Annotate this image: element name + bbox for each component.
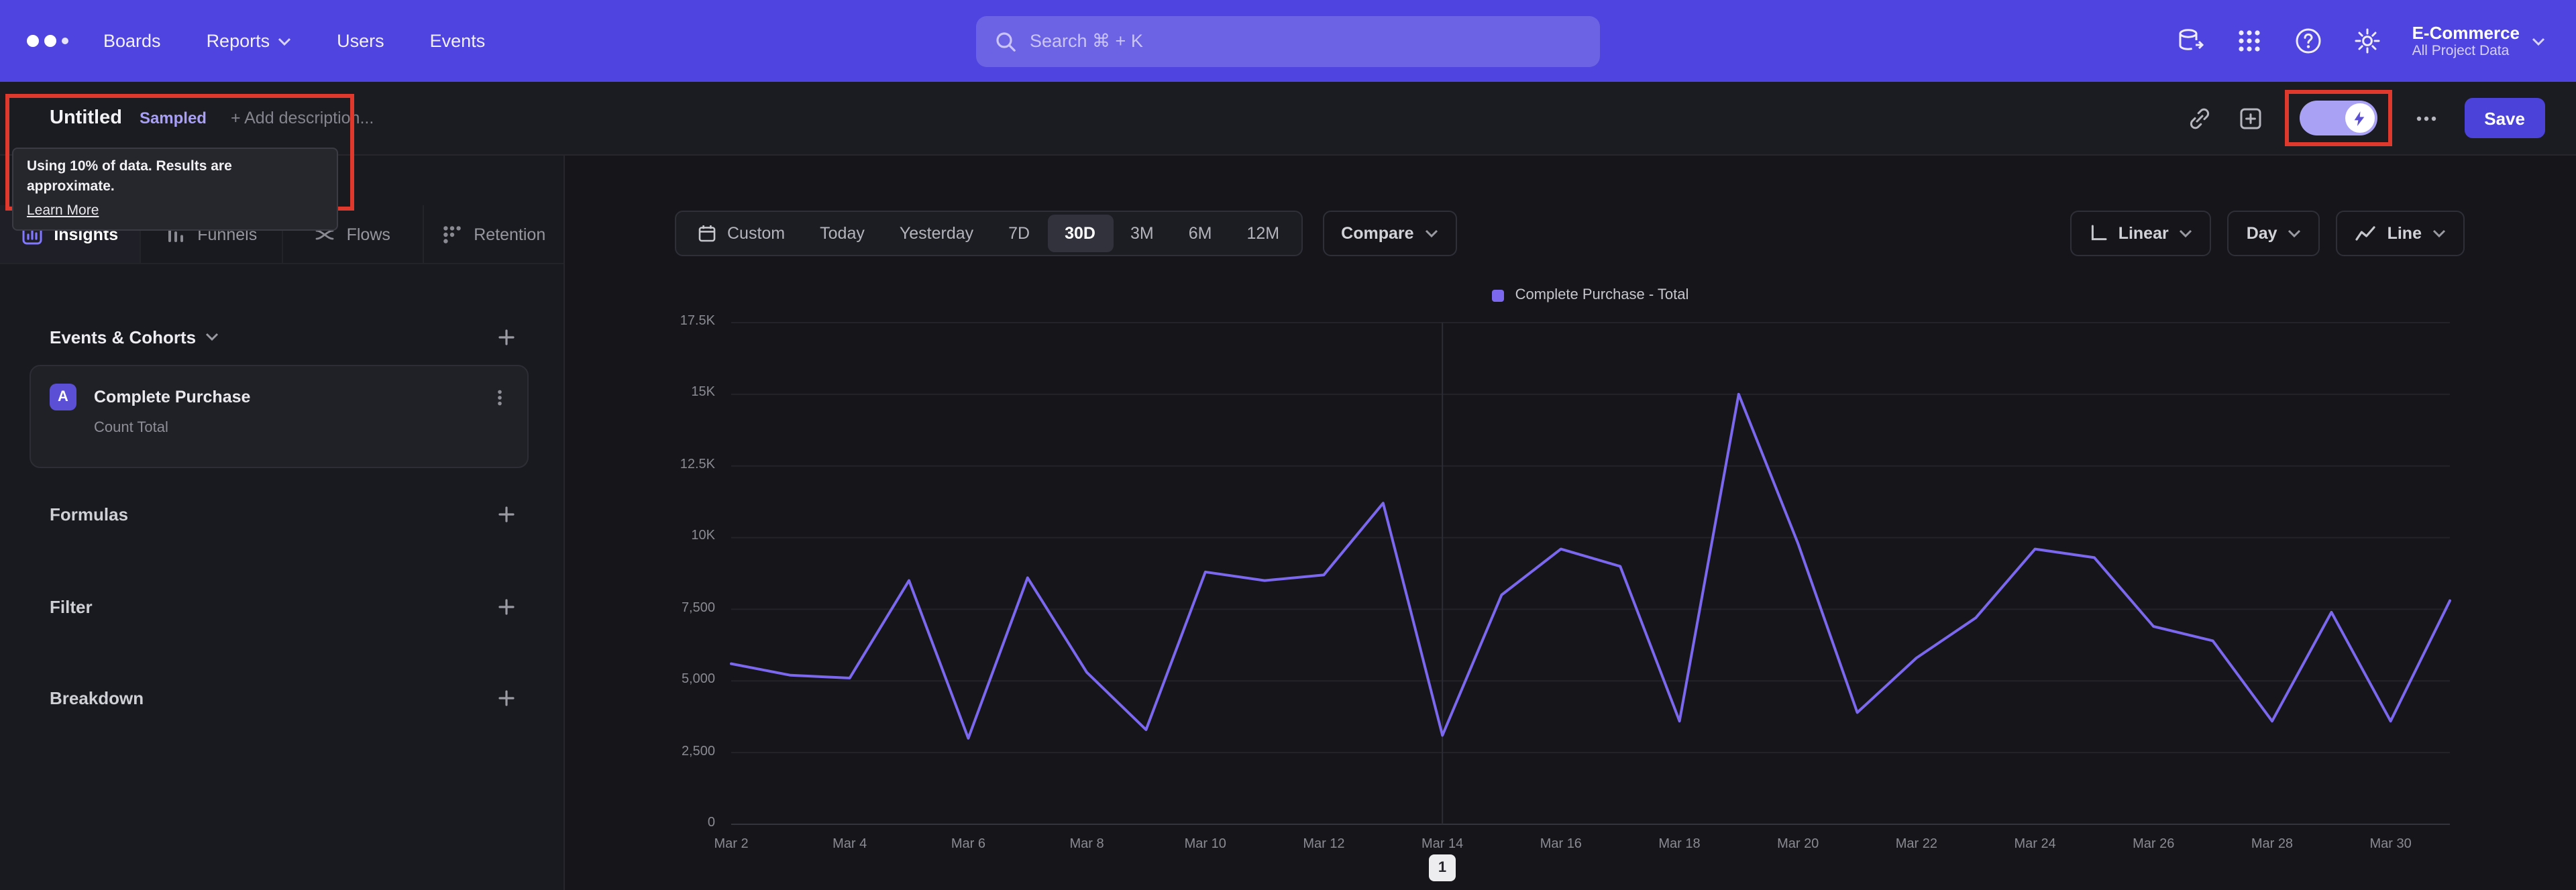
event-options-icon[interactable] [491,388,508,406]
x-axis-tick: Mar 14 [1421,837,1464,852]
report-actions: Save [2186,90,2576,146]
x-axis-tick: Mar 8 [1069,837,1104,852]
add-formula-button[interactable] [498,505,515,522]
search-icon [996,32,1016,51]
report-main: Custom Today Yesterday 7D 30D 3M 6M 12M … [565,156,2576,890]
help-icon[interactable] [2294,27,2322,55]
y-axis-tick: 12.5K [680,457,715,472]
logo-dot [62,38,68,44]
filter-label: Filter [50,596,93,616]
event-name[interactable]: Complete Purchase [94,388,474,406]
copy-link-icon[interactable] [2186,105,2212,131]
nav-boards[interactable]: Boards [103,31,161,51]
y-axis-tick: 2,500 [681,744,715,759]
formulas-row: Formulas [50,499,515,529]
retention-icon [443,225,462,243]
x-axis-tick: Mar 28 [2251,837,2294,852]
events-cohorts-text: Events & Cohorts [50,327,197,347]
y-axis-tick: 7,500 [681,600,715,616]
report-title-group: Untitled Sampled + Add description... [0,107,374,129]
top-navbar: Boards Reports Users Events Search ⌘ + K… [0,0,2576,82]
legend-swatch [1492,289,1505,301]
sampling-tooltip-message: Using 10% of data. Results are approxima… [27,158,232,194]
add-to-board-icon[interactable] [2237,105,2263,131]
y-axis-tick: 0 [707,816,715,830]
legend-label: Complete Purchase - Total [1515,287,1689,303]
project-subtitle: All Project Data [2412,42,2510,58]
event-metric[interactable]: Count Total [94,420,508,436]
sampling-tooltip: Using 10% of data. Results are approxima… [12,148,338,231]
x-axis-tick: Mar 20 [1777,837,1819,852]
global-search-input[interactable]: Search ⌘ + K [976,15,1600,66]
apps-grid-icon[interactable] [2235,27,2263,55]
add-description-field[interactable]: + Add description... [231,109,374,127]
chart-legend: Complete Purchase - Total [731,287,2450,303]
formulas-label: Formulas [50,504,129,524]
events-cohorts-header: Events & Cohorts [50,322,515,351]
add-event-button[interactable] [498,328,515,345]
mixpanel-logo-icon[interactable] [27,35,68,47]
x-axis-tick: Mar 10 [1184,837,1226,852]
y-axis-tick: 10K [691,529,715,544]
x-axis-tick: Mar 22 [1895,837,1937,852]
chevron-down-icon [206,333,219,341]
tab-label: Flows [346,225,390,243]
primary-nav: Boards Reports Users Events [103,31,485,51]
learn-more-link[interactable]: Learn More [27,201,99,221]
project-name: E-Commerce [2412,22,2520,42]
search-placeholder: Search ⌘ + K [1030,30,1143,50]
lightning-bolt-icon [2354,111,2365,125]
more-options-icon[interactable] [2413,105,2438,131]
add-breakdown-button[interactable] [498,689,515,706]
x-axis-tick: Mar 30 [2369,837,2412,852]
project-selector[interactable]: E-Commerce All Project Data [2412,22,2545,60]
nav-reports-label: Reports [206,31,270,51]
filter-row: Filter [50,592,515,621]
x-axis-tick: Mar 18 [1658,837,1701,852]
nav-reports[interactable]: Reports [207,31,292,51]
x-axis-tick: Mar 12 [1303,837,1345,852]
line-chart[interactable] [730,322,2451,825]
chart-region: Complete Purchase - Total 1 0 2,500 5,000 7… [565,156,2576,890]
logo-dot [44,35,56,47]
add-filter-button[interactable] [498,598,515,615]
event-card[interactable]: A Complete Purchase Count Total [30,365,529,468]
data-management-icon[interactable] [2176,27,2204,55]
x-axis-tick: Mar 24 [2014,837,2056,852]
event-badge: A [50,384,76,410]
query-builder-sidebar: Insights Funnels Flows Retention Events [0,156,565,890]
mixpanel-app: Boards Reports Users Events Search ⌘ + K… [0,0,2576,890]
chart-pagination[interactable]: 1 [1429,854,1456,881]
x-axis-tick: Mar 16 [1540,837,1582,852]
sampling-toggle-knob [2345,103,2375,133]
tab-retention[interactable]: Retention [422,205,564,263]
report-header-bar: Untitled Sampled + Add description... Sa… [0,82,2576,156]
y-axis-tick: 5,000 [681,672,715,687]
chevron-down-icon [2532,37,2545,45]
nav-users[interactable]: Users [337,31,384,51]
save-button[interactable]: Save [2464,98,2545,138]
report-title[interactable]: Untitled [50,107,122,129]
logo-dot [27,35,39,47]
y-axis-tick: 17.5K [680,314,715,329]
breakdown-row: Breakdown [50,683,515,712]
x-axis-tick: Mar 26 [2133,837,2175,852]
event-card-row: A Complete Purchase [50,384,508,410]
settings-gear-icon[interactable] [2353,27,2381,55]
sampled-badge[interactable]: Sampled [140,109,207,127]
tab-label: Retention [474,225,546,243]
events-cohorts-label[interactable]: Events & Cohorts [50,327,219,347]
x-axis-tick: Mar 6 [951,837,985,852]
chevron-down-icon [278,37,291,45]
breakdown-label: Breakdown [50,687,144,708]
y-axis-tick: 15K [691,385,715,400]
content: Insights Funnels Flows Retention Events [0,156,2576,890]
nav-events[interactable]: Events [430,31,486,51]
x-axis-tick: Mar 4 [833,837,867,852]
sampling-toggle[interactable] [2299,101,2377,135]
navbar-right: E-Commerce All Project Data [2176,22,2576,60]
x-axis-tick: Mar 2 [714,837,749,852]
sampling-toggle-wrap [2284,90,2392,146]
series-line [730,392,2451,740]
